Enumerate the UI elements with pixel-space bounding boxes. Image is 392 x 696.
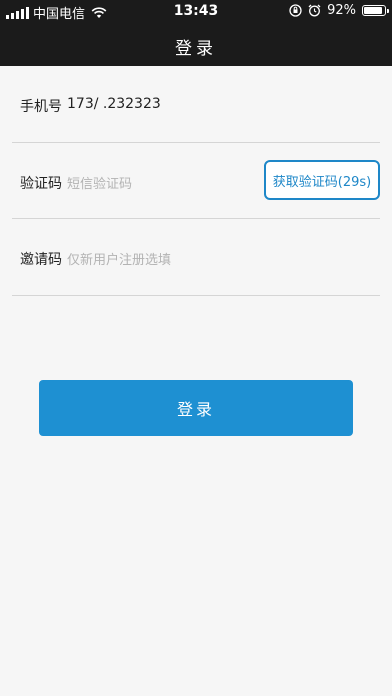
code-row: 验证码 短信验证码 获取验证码(29s) <box>12 142 380 219</box>
login-button[interactable]: 登录 <box>39 380 353 436</box>
invite-label: 邀请码 <box>20 252 62 268</box>
battery-percent: 92% <box>327 3 356 18</box>
phone-row: 手机号 173/ .232323 <box>12 66 380 143</box>
get-code-button[interactable]: 获取验证码(29s) <box>264 160 380 200</box>
battery-icon <box>362 5 389 16</box>
rotation-lock-icon <box>289 4 302 17</box>
phone-input[interactable]: 173/ .232323 <box>67 96 161 112</box>
status-bar: 中国电信 13:43 92% <box>0 0 392 22</box>
alarm-icon <box>308 4 321 17</box>
invite-input[interactable]: 仅新用户注册选填 <box>67 249 171 268</box>
top-bar: 中国电信 13:43 92% 登录 <box>0 0 392 66</box>
page-title: 登录 <box>175 39 217 59</box>
phone-label: 手机号 <box>20 99 62 115</box>
invite-row: 邀请码 仅新用户注册选填 <box>12 218 380 296</box>
code-label: 验证码 <box>20 176 62 192</box>
code-input[interactable]: 短信验证码 <box>67 173 132 192</box>
battery-fill <box>364 7 382 14</box>
